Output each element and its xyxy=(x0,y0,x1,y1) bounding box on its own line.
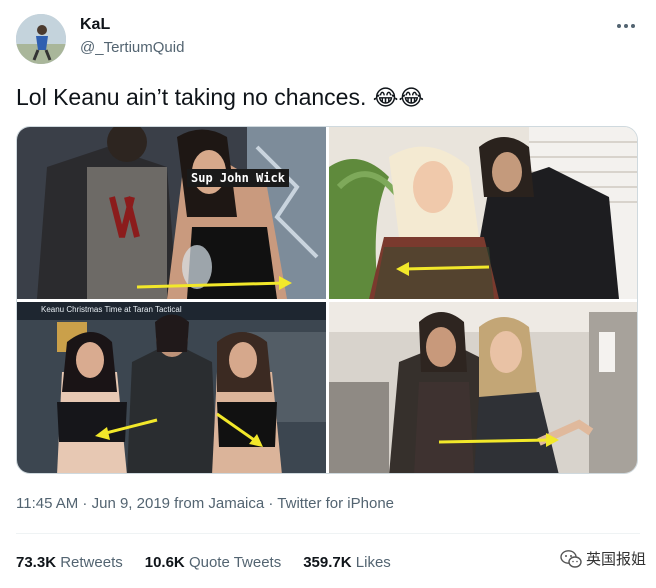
engagement-stats: 73.3K Retweets 10.6K Quote Tweets 359.7K… xyxy=(16,554,391,571)
quotes-label: Quote Tweets xyxy=(188,554,282,571)
tweet-location: from Jamaica xyxy=(170,495,265,512)
likes-label: Likes xyxy=(355,554,391,571)
retweets-label: Retweets xyxy=(60,554,123,571)
meta-separator: · xyxy=(78,495,92,512)
watermark: 英国报姐 xyxy=(560,548,646,569)
media-grid: Sup John Wick Keanu Christmas Time at Ta… xyxy=(16,126,638,474)
tweet-text: Lol Keanu ain’t taking no chances. 😂😂 xyxy=(16,84,424,111)
likes-stat[interactable]: 359.7K Likes xyxy=(303,554,391,571)
tweet-time[interactable]: 11:45 AM xyxy=(16,495,78,512)
tweet-date[interactable]: Jun 9, 2019 xyxy=(92,495,170,512)
tweet-header: KaL @_TertiumQuid xyxy=(16,10,640,70)
photo-1-caption: Sup John Wick xyxy=(187,169,289,187)
tweet-source[interactable]: Twitter for iPhone xyxy=(277,495,394,512)
likes-count: 359.7K xyxy=(303,554,352,571)
quotes-count: 10.6K xyxy=(144,554,185,571)
photo-4[interactable] xyxy=(329,302,637,473)
laughing-emoji: 😂😂 xyxy=(372,86,425,111)
retweets-stat[interactable]: 73.3K Retweets xyxy=(16,554,123,571)
photo-2[interactable] xyxy=(329,127,637,299)
photo-3[interactable]: Keanu Christmas Time at Taran Tactical xyxy=(17,302,326,473)
tweet-meta: 11:45 AM · Jun 9, 2019 from Jamaica · Tw… xyxy=(16,495,394,512)
watermark-text: 英国报姐 xyxy=(585,550,646,568)
more-horizontal-icon[interactable] xyxy=(614,20,638,32)
author-name[interactable]: KaL xyxy=(80,16,110,34)
photo-3-video-title: Keanu Christmas Time at Taran Tactical xyxy=(41,305,182,314)
divider xyxy=(16,533,640,534)
avatar[interactable] xyxy=(16,14,66,64)
retweets-count: 73.3K xyxy=(16,554,57,571)
wechat-icon xyxy=(560,549,582,568)
photo-1[interactable]: Sup John Wick xyxy=(17,127,326,299)
quote-tweets-stat[interactable]: 10.6K Quote Tweets xyxy=(145,554,281,571)
author-handle[interactable]: @_TertiumQuid xyxy=(80,39,184,56)
meta-separator: · xyxy=(264,495,278,512)
tweet-body: Lol Keanu ain’t taking no chances. xyxy=(16,84,367,110)
